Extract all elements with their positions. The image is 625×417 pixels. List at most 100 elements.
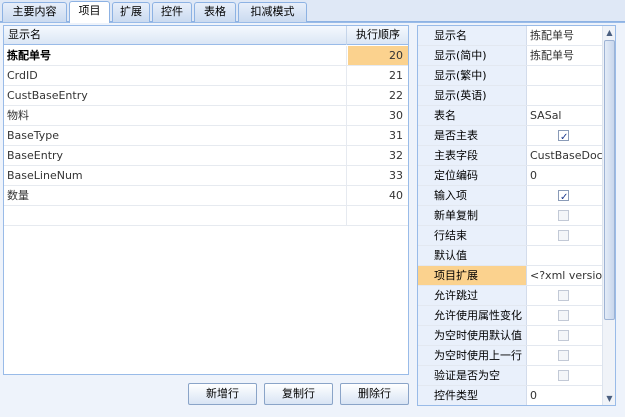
checked-checkbox[interactable]: [558, 128, 569, 145]
disabled-checkbox[interactable]: [558, 370, 569, 381]
table-row[interactable]: 物料 30: [4, 106, 408, 126]
property-value[interactable]: 拣配单号: [528, 46, 602, 65]
cell-order[interactable]: 33: [348, 166, 408, 185]
cell-order[interactable]: 21: [348, 66, 408, 85]
property-row[interactable]: 主表字段CustBaseDocN: [418, 146, 602, 166]
cell-order[interactable]: 22: [348, 86, 408, 105]
cell-name[interactable]: [4, 206, 347, 225]
property-value[interactable]: <?xml version: [528, 266, 602, 285]
property-row[interactable]: 新单复制: [418, 206, 602, 226]
disabled-checkbox[interactable]: [558, 290, 569, 301]
property-row[interactable]: 显示(繁中): [418, 66, 602, 86]
cell-name[interactable]: 数量: [4, 186, 347, 205]
tab-bar: 主要内容 项目 扩展 控件 表格 扣减模式: [0, 0, 625, 23]
property-row[interactable]: 行结束: [418, 226, 602, 246]
property-value[interactable]: [528, 306, 602, 325]
tab-items[interactable]: 项目: [69, 1, 110, 23]
property-value[interactable]: [528, 326, 602, 345]
property-row[interactable]: 显示(英语): [418, 86, 602, 106]
scroll-up-icon[interactable]: ▲: [603, 26, 615, 39]
property-value[interactable]: [528, 186, 602, 205]
tab-controls[interactable]: 控件: [152, 2, 192, 22]
checked-checkbox[interactable]: [558, 188, 569, 205]
property-row[interactable]: 输入项: [418, 186, 602, 206]
property-row[interactable]: 验证是否为空: [418, 366, 602, 386]
property-row[interactable]: 允许跳过: [418, 286, 602, 306]
copy-row-button[interactable]: 复制行: [264, 383, 333, 405]
property-row[interactable]: 定位编码 0: [418, 166, 602, 186]
property-row[interactable]: 项目扩展 <?xml version: [418, 266, 602, 286]
property-value[interactable]: 0: [528, 166, 602, 185]
cell-order[interactable]: 40: [348, 186, 408, 205]
table-row[interactable]: 数量 40: [4, 186, 408, 206]
cell-order[interactable]: 32: [348, 146, 408, 165]
property-name: 为空时使用上一行: [418, 346, 527, 365]
property-row[interactable]: 默认值: [418, 246, 602, 266]
scroll-down-icon[interactable]: ▼: [603, 392, 615, 405]
disabled-checkbox[interactable]: [558, 310, 569, 321]
column-header-order[interactable]: 执行顺序: [348, 26, 408, 45]
property-value[interactable]: [528, 126, 602, 145]
property-value[interactable]: [528, 206, 602, 225]
tab-table[interactable]: 表格: [194, 2, 236, 22]
property-row[interactable]: 显示(简中) 拣配单号: [418, 46, 602, 66]
delete-row-button[interactable]: 删除行: [340, 383, 409, 405]
add-row-button[interactable]: 新增行: [188, 383, 257, 405]
property-value[interactable]: SASal: [528, 106, 602, 125]
property-name: 是否主表: [418, 126, 527, 145]
table-row[interactable]: BaseEntry 32: [4, 146, 408, 166]
column-header-name[interactable]: 显示名: [4, 26, 347, 45]
table-row[interactable]: BaseLineNum 33: [4, 166, 408, 186]
property-value[interactable]: [528, 86, 602, 105]
disabled-checkbox[interactable]: [558, 330, 569, 341]
items-grid[interactable]: 显示名 执行顺序 拣配单号 20 CrdID 21 CustBaseEntry 22 …: [3, 25, 409, 375]
cell-name[interactable]: BaseLineNum: [4, 166, 347, 185]
property-value[interactable]: [528, 286, 602, 305]
property-row[interactable]: 允许使用属性变化: [418, 306, 602, 326]
disabled-checkbox[interactable]: [558, 230, 569, 241]
tab-deduct-mode[interactable]: 扣减模式: [238, 2, 307, 22]
disabled-checkbox[interactable]: [558, 350, 569, 361]
disabled-checkbox[interactable]: [558, 210, 569, 221]
property-row[interactable]: 控件类型 0: [418, 386, 602, 405]
property-value[interactable]: 拣配单号: [528, 26, 602, 45]
tab-main-content[interactable]: 主要内容: [2, 2, 67, 22]
cell-name[interactable]: CrdID: [4, 66, 347, 85]
property-value[interactable]: [528, 366, 602, 385]
property-value[interactable]: [528, 346, 602, 365]
property-value[interactable]: [528, 226, 602, 245]
property-row[interactable]: 为空时使用上一行: [418, 346, 602, 366]
scroll-thumb[interactable]: [604, 40, 615, 320]
cell-name[interactable]: BaseType: [4, 126, 347, 145]
cell-order[interactable]: 30: [348, 106, 408, 125]
table-row[interactable]: 拣配单号 20: [4, 46, 408, 66]
property-name: 验证是否为空: [418, 366, 527, 385]
table-row[interactable]: CrdID 21: [4, 66, 408, 86]
cell-name[interactable]: 物料: [4, 106, 347, 125]
cell-order[interactable]: 31: [348, 126, 408, 145]
property-row[interactable]: 表名 SASal: [418, 106, 602, 126]
property-name: 显示(简中): [418, 46, 527, 65]
property-name: 定位编码: [418, 166, 527, 185]
property-grid[interactable]: 显示名 拣配单号 显示(简中) 拣配单号 显示(繁中) 显示(英语) 表名 SASal 是否主表…: [417, 25, 616, 406]
property-value[interactable]: CustBaseDocN: [528, 146, 602, 165]
property-row[interactable]: 为空时使用默认值: [418, 326, 602, 346]
property-name: 显示(英语): [418, 86, 527, 105]
app-window: 主要内容 项目 扩展 控件 表格 扣减模式 显示名 执行顺序 拣配单号 20 Cr…: [0, 0, 625, 417]
property-value[interactable]: 0: [528, 386, 602, 405]
property-value[interactable]: [528, 246, 602, 265]
table-row[interactable]: BaseType 31: [4, 126, 408, 146]
table-row-empty[interactable]: [4, 206, 408, 226]
cell-order[interactable]: [348, 206, 408, 225]
property-row[interactable]: 是否主表: [418, 126, 602, 146]
property-scrollbar[interactable]: ▲ ▼: [602, 26, 615, 405]
cell-name[interactable]: CustBaseEntry: [4, 86, 347, 105]
property-row[interactable]: 显示名 拣配单号: [418, 26, 602, 46]
cell-order[interactable]: 20: [348, 46, 408, 65]
tab-extension[interactable]: 扩展: [112, 2, 150, 22]
table-row[interactable]: CustBaseEntry 22: [4, 86, 408, 106]
property-value[interactable]: [528, 66, 602, 85]
cell-name[interactable]: 拣配单号: [4, 46, 347, 65]
cell-name[interactable]: BaseEntry: [4, 146, 347, 165]
property-name: 显示名: [418, 26, 527, 45]
